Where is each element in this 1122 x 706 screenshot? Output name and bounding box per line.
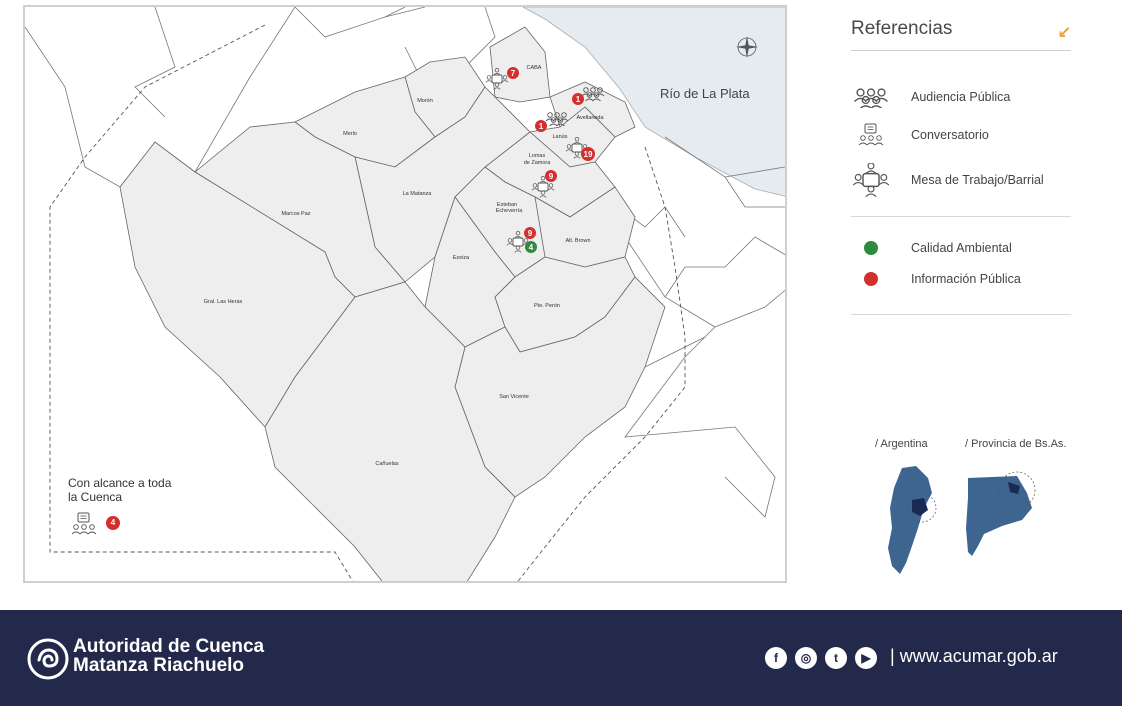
label-alte-brown: Alt. Brown [565,238,590,244]
audiencia-publica-icon [851,86,891,108]
instagram-icon[interactable]: ◎ [795,647,817,669]
label-lomas-2: de Zamora [524,160,552,166]
svg-text:19: 19 [584,150,593,159]
label-merlo: Merlo [343,131,357,137]
whole-basin-count: 4 [106,516,120,530]
legend: Referencias ↙ Audiencia Pública Conversa… [851,18,1071,315]
label-avellaneda: Avellaneda [576,115,604,121]
label-san-vicente: San Vicente [499,394,529,400]
legend-divider [851,314,1071,315]
green-dot-icon [864,241,878,255]
collapse-arrow-icon[interactable]: ↙ [1058,22,1071,42]
svg-text:7: 7 [511,69,516,78]
legend-title: Referencias ↙ [851,18,1071,51]
mesa-trabajo-icon [851,163,891,197]
label-caba: CABA [527,65,542,71]
svg-text:4: 4 [529,243,534,252]
legend-item-calidad: Calidad Ambiental [851,241,1012,255]
label-lomas-1: Lomas [529,153,546,159]
label-marcos-paz: Marcos Paz [281,211,310,217]
website-link[interactable]: | www.acumar.gob.ar [890,646,1058,667]
conversatorio-icon [851,122,891,148]
legend-item-mesa: Mesa de Trabajo/Barrial [851,163,1044,197]
red-dot-icon [864,272,878,286]
label-canuelas: Cañuelas [375,461,398,467]
whole-basin-label: Con alcance a toda la Cuenca [68,476,172,504]
provincia-map-icon [966,471,1036,556]
legend-item-informacion: Información Pública [851,272,1021,286]
acumar-logo-icon[interactable] [27,638,69,680]
label-lanus: Lanús [553,134,568,140]
argentina-map-icon [888,466,937,574]
label-moron: Morón [417,98,433,104]
label-ezeiza: Ezeiza [453,255,470,261]
legend-item-audiencia: Audiencia Pública [851,86,1010,108]
label-pte-peron: Pte. Perón [534,303,560,309]
label-echeverria-2: Echeverría [496,208,524,214]
svg-text:1: 1 [576,95,581,104]
legend-divider [851,216,1071,217]
location-minimaps: / Argentina / Provincia de Bs.As. [872,438,1072,578]
conversatorio-icon [71,512,97,535]
brand-name: Autoridad de Cuenca Matanza Riachuelo [73,636,265,676]
label-la-matanza: La Matanza [403,191,433,197]
legend-item-conversatorio: Conversatorio [851,122,989,148]
label-las-heras: Gral. Las Heras [204,299,243,305]
river-label: Río de La Plata [660,86,750,101]
svg-text:1: 1 [539,122,544,131]
svg-text:9: 9 [528,229,533,238]
social-links: f ◎ t ▶ [765,647,877,669]
twitter-icon[interactable]: t [825,647,847,669]
facebook-icon[interactable]: f [765,647,787,669]
svg-text:9: 9 [549,172,554,181]
youtube-icon[interactable]: ▶ [855,647,877,669]
